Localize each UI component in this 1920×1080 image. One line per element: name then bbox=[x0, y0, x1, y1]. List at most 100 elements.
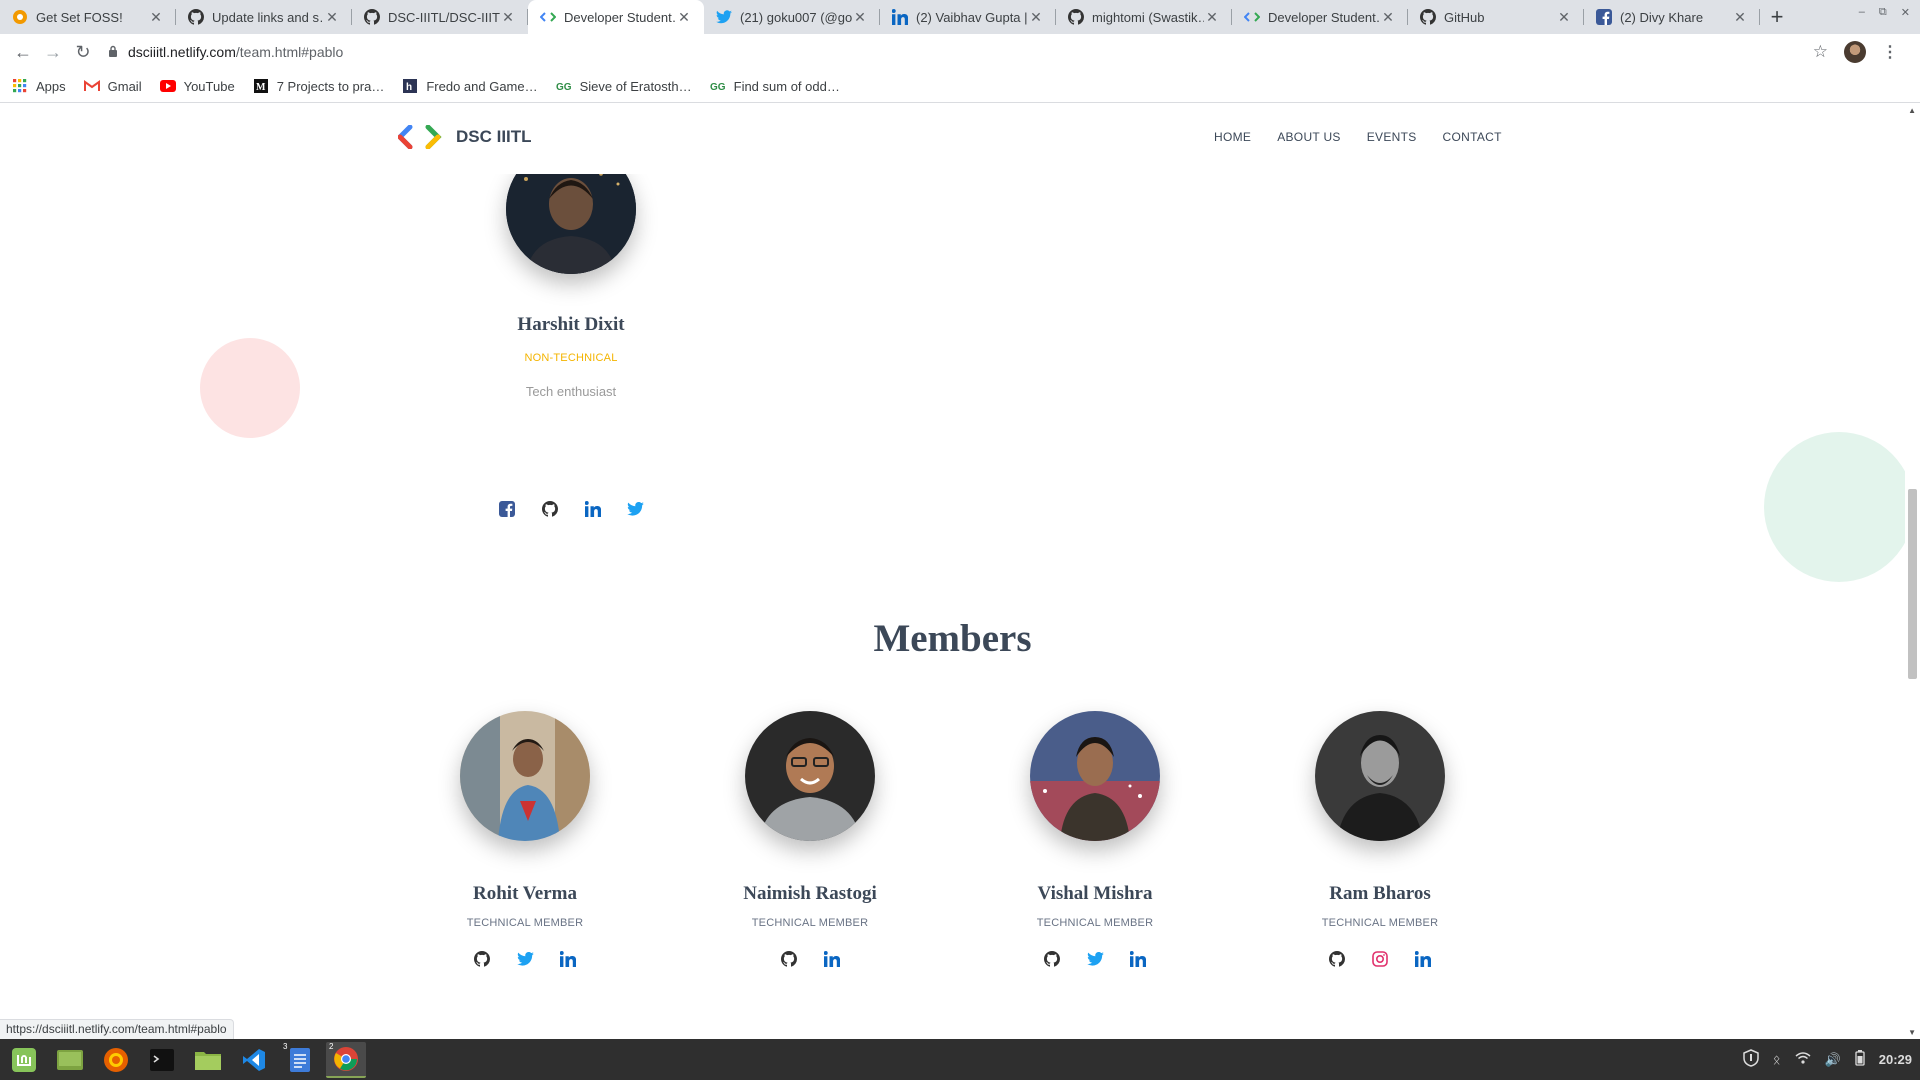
decorative-circle bbox=[200, 338, 300, 438]
twitter-icon[interactable] bbox=[626, 499, 645, 518]
linkedin-icon[interactable] bbox=[559, 949, 578, 968]
tab-close-icon[interactable]: ✕ bbox=[500, 9, 516, 26]
svg-text:M: M bbox=[256, 82, 266, 93]
linkedin-icon[interactable] bbox=[1129, 949, 1148, 968]
battery-icon[interactable] bbox=[1855, 1050, 1865, 1069]
member-role: TECHNICAL MEMBER bbox=[1036, 917, 1154, 929]
vscode-icon[interactable] bbox=[234, 1042, 274, 1078]
bookmark-item[interactable]: Apps bbox=[12, 78, 66, 94]
minimize-icon[interactable]: – bbox=[1859, 6, 1865, 19]
dsc-icon bbox=[1244, 9, 1260, 25]
twitter-icon[interactable] bbox=[516, 949, 535, 968]
svg-text:h: h bbox=[406, 82, 412, 93]
tab-close-icon[interactable]: ✕ bbox=[676, 9, 692, 26]
site-nav-links: HOME ABOUT US EVENTS CONTACT bbox=[1214, 130, 1502, 144]
bookmark-item[interactable]: Gmail bbox=[83, 78, 142, 94]
reload-icon[interactable]: ↻ bbox=[68, 37, 98, 67]
mint-menu-icon[interactable] bbox=[4, 1042, 44, 1078]
close-window-icon[interactable]: ✕ bbox=[1901, 6, 1910, 19]
browser-tab[interactable]: (2) Divy Khare ✕ bbox=[1584, 0, 1760, 34]
browser-tab[interactable]: Update links and s… ✕ bbox=[176, 0, 352, 34]
nav-link-about-us[interactable]: ABOUT US bbox=[1277, 130, 1341, 144]
github-icon[interactable] bbox=[1328, 949, 1347, 968]
github-icon[interactable] bbox=[473, 949, 492, 968]
member-social-links bbox=[700, 949, 920, 968]
twitter-icon[interactable] bbox=[1086, 949, 1105, 968]
bookmark-item[interactable]: GG Sieve of Eratosth… bbox=[556, 78, 692, 94]
chrome-taskbar-icon[interactable]: 2 bbox=[326, 1041, 366, 1078]
back-icon[interactable]: ← bbox=[8, 37, 38, 67]
github-icon[interactable] bbox=[1043, 949, 1062, 968]
facebook-icon[interactable] bbox=[497, 499, 516, 518]
instagram-icon[interactable] bbox=[1371, 949, 1390, 968]
tab-title: (2) Divy Khare bbox=[1620, 9, 1704, 25]
linkedin-icon[interactable] bbox=[1414, 949, 1433, 968]
bookmark-label: 7 Projects to pra… bbox=[276, 78, 385, 94]
shield-icon[interactable] bbox=[1743, 1049, 1759, 1070]
bluetooth-icon[interactable]: ᛟ bbox=[1773, 1052, 1781, 1067]
browser-tab[interactable]: (2) Vaibhav Gupta |… ✕ bbox=[880, 0, 1056, 34]
apps-grid-icon bbox=[12, 78, 28, 94]
github-icon[interactable] bbox=[540, 499, 559, 518]
tab-close-icon[interactable]: ✕ bbox=[1380, 9, 1396, 26]
svg-text:GG: GG bbox=[710, 82, 726, 92]
tab-close-icon[interactable]: ✕ bbox=[1028, 9, 1044, 26]
address-bar[interactable]: dsciiitl.netlify.com/team.html#pablo bbox=[108, 38, 1813, 66]
tab-close-icon[interactable]: ✕ bbox=[324, 9, 340, 26]
tab-close-icon[interactable]: ✕ bbox=[148, 9, 164, 26]
menu-dots-icon[interactable]: ⋮ bbox=[1882, 42, 1898, 62]
files-icon[interactable] bbox=[188, 1042, 228, 1078]
hackerearth-icon: h bbox=[402, 78, 418, 94]
tab-close-icon[interactable]: ✕ bbox=[1204, 9, 1220, 26]
wifi-icon[interactable] bbox=[1795, 1051, 1811, 1068]
restore-icon[interactable]: ⧉ bbox=[1879, 6, 1887, 19]
browser-tab[interactable]: Developer Student… ✕ bbox=[528, 0, 704, 34]
tab-close-icon[interactable]: ✕ bbox=[852, 9, 868, 26]
text-editor-icon[interactable]: 3 bbox=[280, 1042, 320, 1078]
tab-close-icon[interactable]: ✕ bbox=[1556, 9, 1572, 26]
nav-link-home[interactable]: HOME bbox=[1214, 130, 1251, 144]
browser-tab[interactable]: Developer Student… ✕ bbox=[1232, 0, 1408, 34]
tab-title: Get Set FOSS! bbox=[36, 9, 123, 25]
browser-tab[interactable]: DSC-IIITL/DSC-IIITL… ✕ bbox=[352, 0, 528, 34]
site-brand[interactable]: DSC IIITL bbox=[398, 125, 532, 149]
terminal-icon[interactable] bbox=[142, 1042, 182, 1078]
tab-title: Developer Student… bbox=[1268, 9, 1380, 25]
tab-close-icon[interactable]: ✕ bbox=[1732, 9, 1748, 26]
chrome-tab-icon bbox=[12, 9, 28, 25]
bookmark-item[interactable]: GG Find sum of odd… bbox=[710, 78, 840, 94]
bookmark-item[interactable]: YouTube bbox=[159, 78, 235, 94]
new-tab-button[interactable]: + bbox=[1760, 0, 1794, 34]
scroll-down-icon[interactable]: ▼ bbox=[1908, 1028, 1916, 1037]
scrollbar-thumb[interactable] bbox=[1908, 489, 1917, 679]
show-desktop-icon[interactable] bbox=[50, 1042, 90, 1078]
page-scrollbar[interactable]: ▲ ▼ bbox=[1905, 104, 1920, 1039]
browser-tab[interactable]: GitHub ✕ bbox=[1408, 0, 1584, 34]
browser-tab[interactable]: Get Set FOSS! ✕ bbox=[0, 0, 176, 34]
members-heading: Members bbox=[873, 617, 1032, 660]
browser-tab[interactable]: (21) goku007 (@go… ✕ bbox=[704, 0, 880, 34]
linkedin-icon[interactable] bbox=[822, 949, 841, 968]
bookmark-item[interactable]: M 7 Projects to pra… bbox=[253, 78, 385, 94]
github-icon bbox=[1068, 9, 1084, 25]
member-avatar bbox=[460, 711, 590, 841]
page-viewport: Harshit Dixit NON-TECHNICAL Tech enthusi… bbox=[0, 104, 1920, 1039]
member-avatar bbox=[745, 711, 875, 841]
nav-link-events[interactable]: EVENTS bbox=[1367, 130, 1417, 144]
brand-name: DSC IIITL bbox=[456, 127, 532, 146]
bookmark-item[interactable]: h Fredo and Game… bbox=[402, 78, 538, 94]
github-icon[interactable] bbox=[779, 949, 798, 968]
firefox-icon[interactable] bbox=[96, 1042, 136, 1078]
nav-link-contact[interactable]: CONTACT bbox=[1443, 130, 1502, 144]
member-social-links bbox=[415, 949, 635, 968]
bookmark-label: Sieve of Eratosth… bbox=[579, 78, 692, 94]
browser-tab[interactable]: mightomi (Swastik… ✕ bbox=[1056, 0, 1232, 34]
bookmark-star-icon[interactable]: ☆ bbox=[1813, 42, 1828, 62]
scroll-up-icon[interactable]: ▲ bbox=[1908, 106, 1916, 115]
volume-icon[interactable]: 🔊 bbox=[1825, 1052, 1841, 1068]
profile-avatar[interactable] bbox=[1844, 41, 1866, 63]
tab-title: Developer Student… bbox=[564, 9, 676, 25]
linkedin-icon[interactable] bbox=[583, 499, 602, 518]
tab-title: mightomi (Swastik… bbox=[1092, 9, 1204, 25]
forward-icon[interactable]: → bbox=[38, 37, 68, 67]
